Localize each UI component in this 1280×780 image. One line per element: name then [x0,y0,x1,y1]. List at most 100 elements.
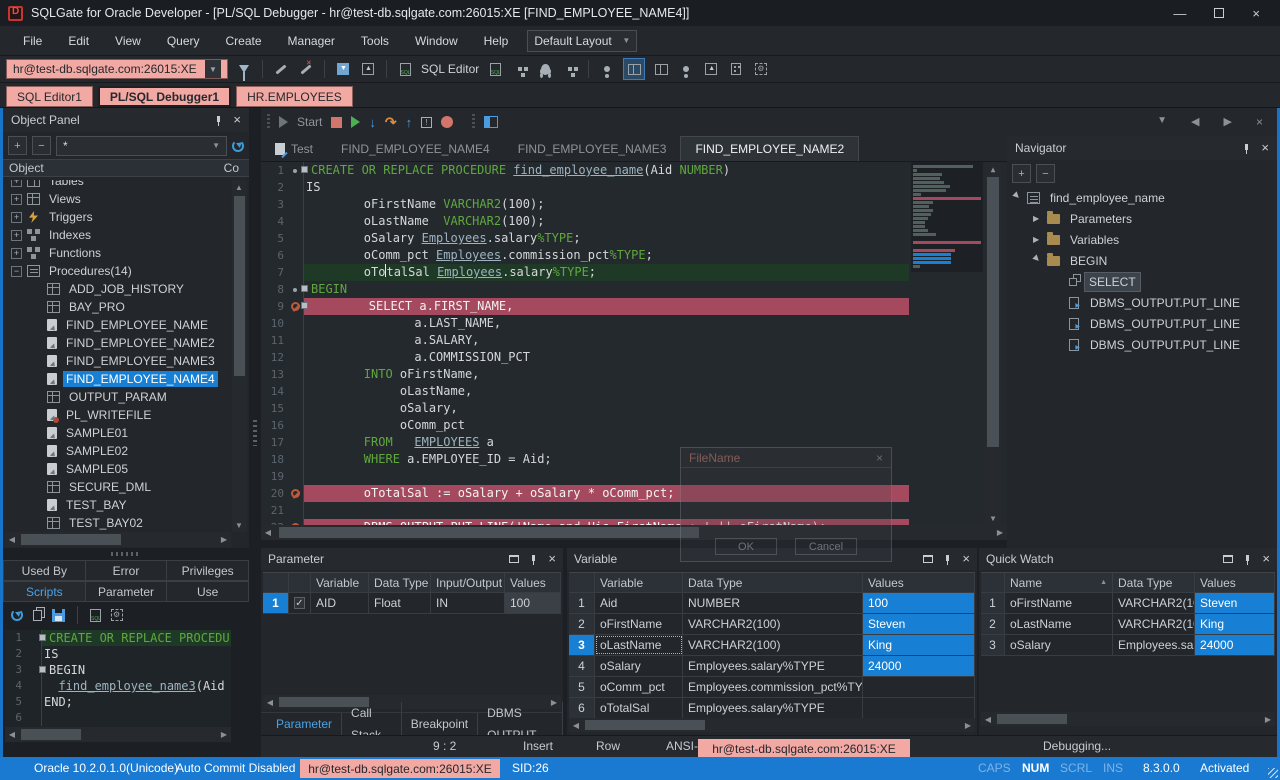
checkbox-cell[interactable]: ✓ [289,593,311,613]
restore-icon[interactable] [923,555,933,563]
object-panel-toggle-icon[interactable] [623,58,645,80]
tree-item-sample01[interactable]: SAMPLE01 [3,424,231,442]
column-header-variable[interactable]: Variable [595,573,683,592]
tree-item-sample02[interactable]: SAMPLE02 [3,442,231,460]
doc-tab-sql-editor1[interactable]: SQL Editor1 [6,86,93,107]
cell-variable[interactable]: oLastName [595,635,683,655]
menu-query[interactable]: Query [154,34,213,48]
cell-values[interactable]: Steven [1195,593,1275,613]
editor-hscrollbar[interactable]: ◀ ▶ [261,525,1007,540]
expand-all-button[interactable]: + [8,136,27,155]
tab-used-by[interactable]: Used By [3,560,86,581]
tab-scripts[interactable]: Scripts [3,581,86,602]
cell-values[interactable]: Steven [863,614,975,634]
menu-create[interactable]: Create [213,34,275,48]
menu-window[interactable]: Window [402,34,471,48]
restore-icon[interactable] [509,555,519,563]
save-icon[interactable] [52,609,65,622]
cell-values[interactable]: 24000 [1195,635,1275,655]
close-icon[interactable]: × [1262,554,1270,564]
maximize-button[interactable] [1214,8,1224,18]
disconnect-icon[interactable] [297,60,315,78]
doc-tab-pl-sql-debugger1[interactable]: PL/SQL Debugger1 [98,86,231,107]
column-header-data-type[interactable]: Data Type [1113,573,1195,592]
cell-values[interactable]: King [1195,614,1275,634]
column-header-variable[interactable]: Variable [311,573,369,592]
copy-icon[interactable] [33,610,42,621]
fold-marker-icon[interactable] [301,166,308,173]
tree-item-triggers[interactable]: +Triggers [3,208,231,226]
toggle-breakpoint-icon[interactable] [441,116,453,128]
refresh-icon[interactable] [232,140,244,152]
minimize-button[interactable]: — [1173,6,1186,21]
export-icon[interactable] [359,60,377,78]
nav-item-dbms-output-put-line[interactable]: DBMS_OUTPUT.PUT_LINE [1007,334,1277,355]
cell-values[interactable] [863,698,975,718]
cell-data-type[interactable]: VARCHAR2(10 [1113,614,1195,634]
prev-tab-icon[interactable]: ◀ [1191,115,1199,129]
split-view-icon[interactable] [652,60,670,78]
close-tab-icon[interactable]: × [1256,115,1263,129]
table-row[interactable]: 5oComm_pctEmployees.commission_pct%TYPE [569,677,975,698]
menu-view[interactable]: View [102,34,154,48]
next-tab-icon[interactable]: ▶ [1224,115,1232,129]
parameter-table[interactable]: VariableData TypeInput/OutputValues1✓AID… [263,572,561,614]
column-header-values[interactable]: Values [863,573,975,592]
expand-icon[interactable]: ▶ [1033,235,1045,244]
layout-select[interactable]: Default Layout ▼ [527,30,637,52]
table-row[interactable]: 1✓AIDFloatIN100 [263,593,561,614]
object-tree-hscrollbar[interactable]: ◀ ▶ [5,532,231,547]
pin-icon[interactable] [529,555,538,564]
expand-icon[interactable]: + [11,248,22,259]
table-row[interactable]: 1oFirstNameVARCHAR2(10Steven [981,593,1275,614]
cell-data-type[interactable]: VARCHAR2(100) [683,635,863,655]
options-icon[interactable] [752,60,770,78]
nav-item-dbms-output-put-line[interactable]: DBMS_OUTPUT.PUT_LINE [1007,313,1277,334]
cell-variable[interactable]: oComm_pct [595,677,683,697]
quick-watch-hscrollbar[interactable]: ◀ ▶ [981,712,1275,726]
minimap[interactable] [911,162,983,272]
fold-marker-icon[interactable] [301,285,308,292]
tab-breakpoint[interactable]: Breakpoint [402,713,478,735]
menu-help[interactable]: Help [471,34,522,48]
column-header-input-output[interactable]: Input/Output [431,573,505,592]
cell-data-type[interactable]: VARCHAR2(10 [1113,593,1195,613]
nav-item-variables[interactable]: ▶Variables [1007,229,1277,250]
checkbox-icon[interactable]: ✓ [294,597,305,609]
tree-item-add-job-history[interactable]: ADD_JOB_HISTORY [3,280,231,298]
doc-tab-hr-employees[interactable]: HR.EMPLOYEES [236,86,353,107]
nav-item-dbms-output-put-line[interactable]: DBMS_OUTPUT.PUT_LINE [1007,292,1277,313]
expand-icon[interactable]: ▶ [1033,214,1045,223]
tree-item-tables[interactable]: +Tables [3,180,231,190]
cell-variable[interactable]: oSalary [595,656,683,676]
user-icon[interactable] [677,60,695,78]
nav-item-begin[interactable]: ▶BEGIN [1007,250,1277,271]
fold-marker-icon[interactable] [301,302,308,309]
database-icon[interactable] [727,60,745,78]
table-row[interactable]: 3oSalaryEmployees.sala24000 [981,635,1275,656]
refresh-icon[interactable] [11,609,23,621]
new-sql-file-icon[interactable] [486,60,504,78]
table-row[interactable]: 6oTotalSalEmployees.salary%TYPE [569,698,975,719]
cell-variable[interactable]: AID [311,593,369,613]
pin-icon[interactable] [943,555,952,564]
tab-parameter[interactable]: Parameter [267,713,342,735]
close-icon[interactable]: × [548,554,556,564]
data-transfer-icon[interactable] [561,60,579,78]
close-icon[interactable]: × [962,554,970,564]
cell-name[interactable]: oLastName [1005,614,1113,634]
import-icon[interactable] [334,60,352,78]
tree-item-procedures-14-[interactable]: −Procedures(14) [3,262,231,280]
tab-error[interactable]: Error [86,560,168,581]
collapse-all-button[interactable]: − [32,136,51,155]
tab-use[interactable]: Use [167,581,249,602]
tree-item-views[interactable]: +Views [3,190,231,208]
cell-values[interactable]: 100 [505,593,561,613]
tree-item-find-employee-name4[interactable]: FIND_EMPLOYEE_NAME4 [3,370,231,388]
object-filter-combo[interactable]: * ▼ [56,136,227,156]
collapse-icon[interactable]: ▶ [1032,253,1047,268]
column-header-values[interactable]: Values [1195,573,1275,592]
tree-item-find-employee-name[interactable]: FIND_EMPLOYEE_NAME [3,316,231,334]
collapse-icon[interactable]: − [11,266,22,277]
resize-grip[interactable] [1268,768,1278,778]
